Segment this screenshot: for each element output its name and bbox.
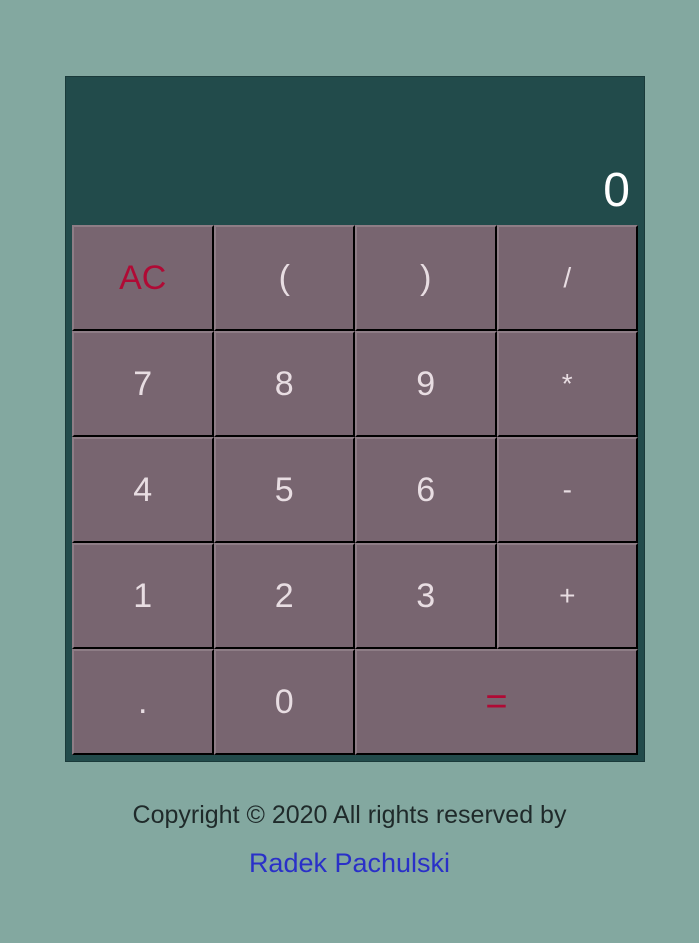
digit-4-button[interactable]: 4	[72, 437, 214, 543]
clear-button[interactable]: AC	[72, 225, 214, 331]
keypad: AC ( ) / 7 8 9 * 4 5 6 - 1 2 3 + . 0 =	[72, 225, 638, 755]
decimal-button[interactable]: .	[72, 649, 214, 755]
digit-5-button[interactable]: 5	[213, 437, 355, 543]
display: 0	[66, 77, 644, 227]
author-link[interactable]: Radek Pachulski	[249, 839, 450, 887]
digit-8-button[interactable]: 8	[213, 331, 355, 437]
footer: Copyright © 2020 All rights reserved by …	[0, 795, 699, 887]
calculator: 0 AC ( ) / 7 8 9 * 4 5 6 - 1 2 3 + . 0 =	[65, 76, 645, 762]
close-paren-button[interactable]: )	[355, 225, 497, 331]
copyright-text: Copyright © 2020 All rights reserved by	[132, 801, 567, 829]
digit-0-button[interactable]: 0	[213, 649, 355, 755]
equals-button[interactable]: =	[355, 649, 638, 755]
digit-2-button[interactable]: 2	[213, 543, 355, 649]
subtract-button[interactable]: -	[496, 437, 638, 543]
digit-3-button[interactable]: 3	[355, 543, 497, 649]
digit-9-button[interactable]: 9	[355, 331, 497, 437]
divide-button[interactable]: /	[496, 225, 638, 331]
digit-6-button[interactable]: 6	[355, 437, 497, 543]
add-button[interactable]: +	[496, 543, 638, 649]
digit-1-button[interactable]: 1	[72, 543, 214, 649]
digit-7-button[interactable]: 7	[72, 331, 214, 437]
multiply-button[interactable]: *	[496, 331, 638, 437]
display-value: 0	[603, 164, 630, 217]
open-paren-button[interactable]: (	[213, 225, 355, 331]
